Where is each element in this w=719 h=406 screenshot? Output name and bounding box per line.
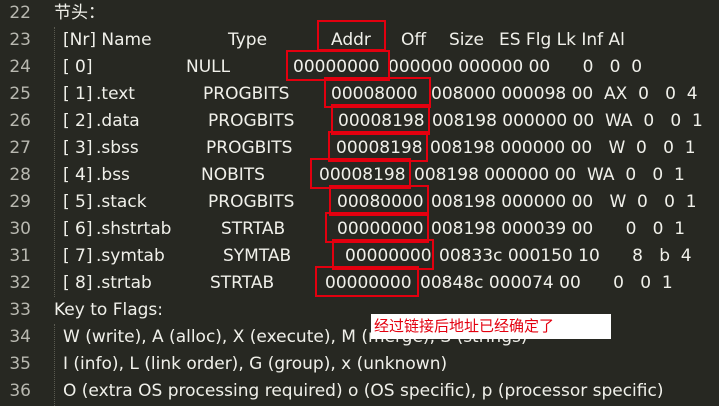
header-rest: ES Flg Lk Inf Al bbox=[499, 30, 625, 50]
section-rest: 008198 000000 00 WA 0 0 1 bbox=[414, 165, 685, 185]
section-name: .text bbox=[96, 84, 135, 104]
flag-line: O (extra OS processing required) o (OS s… bbox=[63, 381, 664, 401]
section-nr: [ 2] bbox=[63, 111, 93, 131]
section-type: SYMTAB bbox=[223, 246, 292, 266]
section-rest: 008000 000098 00 AX 0 0 4 bbox=[431, 84, 698, 104]
indent-guide bbox=[54, 324, 55, 406]
addr-highlight bbox=[315, 266, 419, 297]
line-number: 25 bbox=[9, 84, 31, 104]
line-number: 27 bbox=[9, 138, 31, 158]
line-number: 31 bbox=[9, 246, 31, 266]
indent-guide bbox=[54, 27, 55, 297]
section-name: .sbss bbox=[96, 138, 139, 158]
section-type: PROGBITS bbox=[203, 84, 290, 104]
section-rest: 00833c 000150 10 8 b 4 bbox=[439, 246, 692, 266]
flag-line: I (info), L (link order), G (group), x (… bbox=[63, 354, 448, 374]
section-rest: 00848c 000074 00 0 0 1 bbox=[420, 273, 673, 293]
section-title: 节头： bbox=[54, 3, 105, 23]
line-number: 32 bbox=[9, 273, 31, 293]
line-number: 35 bbox=[9, 354, 31, 374]
line-number: 30 bbox=[9, 219, 31, 239]
section-rest: 008198 000039 00 0 0 1 bbox=[431, 219, 686, 239]
line-number: 26 bbox=[9, 111, 31, 131]
section-name: .stack bbox=[96, 192, 147, 212]
section-type: STRTAB bbox=[210, 273, 275, 293]
line-number: 34 bbox=[9, 327, 31, 347]
line-number: 28 bbox=[9, 165, 31, 185]
header-size: Size bbox=[449, 30, 484, 50]
section-name: .shstrtab bbox=[96, 219, 172, 239]
addr-header-highlight bbox=[317, 20, 386, 51]
section-type: NULL bbox=[186, 57, 231, 77]
section-type: NOBITS bbox=[201, 165, 265, 185]
header-off: Off bbox=[401, 30, 427, 50]
section-nr: [ 3] bbox=[63, 138, 93, 158]
section-type: PROGBITS bbox=[206, 138, 293, 158]
line-number: 33 bbox=[9, 300, 31, 320]
section-nr: [ 6] bbox=[63, 219, 93, 239]
section-rest: 008198 000000 00 WA 0 0 1 bbox=[432, 111, 703, 131]
section-name: .bss bbox=[96, 165, 130, 185]
section-nr: [ 7] bbox=[63, 246, 93, 266]
text-editor[interactable]: 22 23 24 25 26 27 28 29 30 31 32 33 34 3… bbox=[0, 0, 719, 406]
section-type: PROGBITS bbox=[208, 192, 295, 212]
line-number: 24 bbox=[9, 57, 31, 77]
section-type: PROGBITS bbox=[208, 111, 295, 131]
annotation-note: 经过链接后地址已经确定了 bbox=[371, 314, 611, 339]
section-nr: [ 1] bbox=[63, 84, 93, 104]
section-nr: [ 0] bbox=[63, 57, 93, 77]
section-rest: 008198 000000 00 W 0 0 1 bbox=[431, 192, 697, 212]
section-name: .symtab bbox=[96, 246, 165, 266]
section-type: STRTAB bbox=[221, 219, 286, 239]
header-type: Type bbox=[228, 30, 268, 50]
section-nr: [ 4] bbox=[63, 165, 93, 185]
section-name: .data bbox=[96, 111, 140, 131]
line-number: 29 bbox=[9, 192, 31, 212]
section-nr: [ 8] bbox=[63, 273, 93, 293]
section-name: .strtab bbox=[96, 273, 152, 293]
line-number: 22 bbox=[9, 3, 31, 23]
line-number: 23 bbox=[9, 30, 31, 50]
section-nr: [ 5] bbox=[63, 192, 93, 212]
key-to-flags-heading: Key to Flags: bbox=[54, 300, 163, 320]
header-nr-name: [Nr] Name bbox=[63, 30, 152, 50]
section-rest: 008198 000000 00 W 0 0 1 bbox=[430, 138, 696, 158]
line-number: 36 bbox=[9, 381, 31, 401]
